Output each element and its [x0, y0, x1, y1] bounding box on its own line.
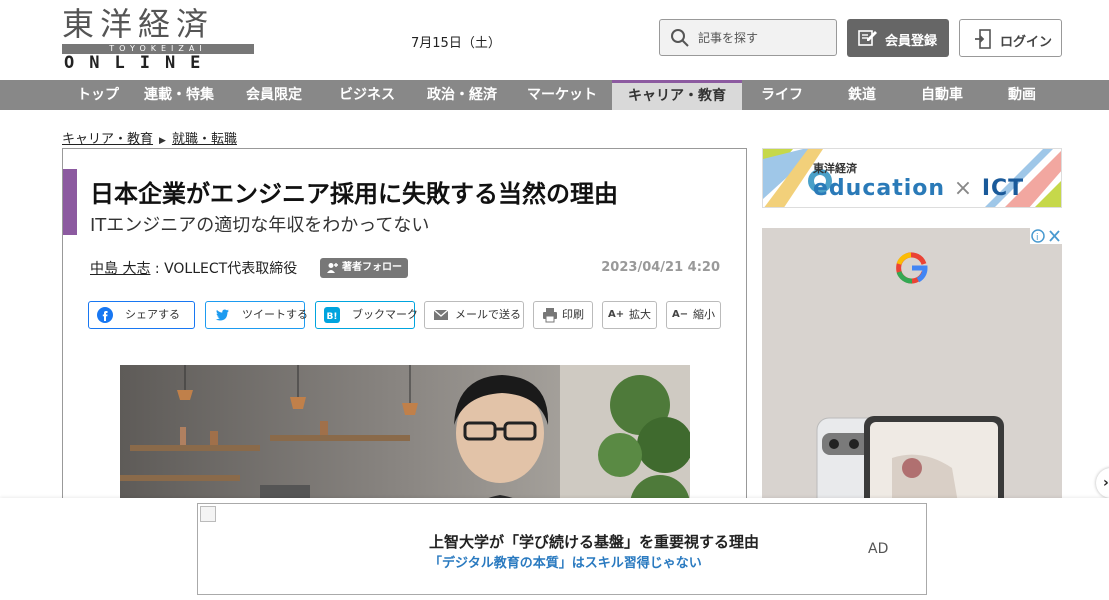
main-nav: トップ 連載・特集 会員限定 ビジネス 政治・経済 マーケット キャリア・教育 … — [0, 80, 1109, 110]
share-facebook-label: シェアする — [125, 308, 180, 321]
register-label: 会員登録 — [885, 34, 938, 49]
ad-phone-image — [816, 252, 1004, 508]
zoom-out-icon: A− — [672, 309, 689, 320]
publish-date: 2023/04/21 4:20 — [601, 260, 720, 275]
broken-image-icon — [200, 506, 216, 522]
share-mail-button[interactable]: メールで送る — [424, 301, 524, 329]
article-title: 日本企業がエンジニア採用に失敗する当然の理由 — [90, 180, 618, 208]
nav-item-railway[interactable]: 鉄道 — [830, 80, 894, 110]
banner-title: education × ICT — [813, 176, 1024, 201]
breadcrumb-jobs[interactable]: 就職・転職 — [172, 132, 237, 147]
register-button[interactable]: 会員登録 — [847, 19, 949, 57]
carousel-next-arrow-icon[interactable]: › — [1096, 468, 1109, 498]
nav-item-members[interactable]: 会員限定 — [234, 80, 314, 110]
share-hatena-button[interactable]: B! ブックマーク — [315, 301, 418, 329]
banner-text: 東洋経済 education × ICT — [813, 160, 1024, 201]
sidebar-ad[interactable]: i — [762, 228, 1062, 508]
print-label: 印刷 — [562, 308, 584, 321]
logo-online: ONLINE — [64, 53, 216, 73]
zoom-in-icon: A+ — [608, 309, 625, 320]
twitter-icon — [215, 309, 229, 321]
site-logo[interactable]: 東洋経済 TOYOKEIZAI ONLINE — [62, 5, 254, 73]
ad-subheadline[interactable]: 「デジタル教育の本質」はスキル習得じゃない — [429, 552, 702, 571]
nav-item-video[interactable]: 動画 — [990, 80, 1054, 110]
hatena-bookmark-icon: B! — [324, 307, 340, 323]
ad-headline[interactable]: 上智大学が「学び続ける基盤」を重要視する理由 — [429, 531, 759, 552]
author-name[interactable]: 中島 大志 — [90, 261, 150, 277]
share-twitter-label: ツイートする — [242, 308, 308, 321]
nav-item-career[interactable]: キャリア・教育 — [612, 80, 742, 110]
banner-brand: 東洋経済 — [813, 162, 857, 175]
share-hatena-label: ブックマーク — [352, 308, 418, 321]
ad-choices-badge[interactable]: i — [1030, 228, 1062, 244]
zoom-in-label: 拡大 — [629, 308, 651, 321]
nav-item-top[interactable]: トップ — [62, 80, 134, 110]
svg-text:B!: B! — [327, 312, 338, 322]
breadcrumb-arrow-icon: ▶ — [159, 136, 166, 146]
share-twitter-button[interactable]: ツイートする — [205, 301, 308, 329]
ad-info-icon: i — [1031, 229, 1060, 243]
banner-education: education — [813, 176, 946, 201]
facebook-icon — [97, 307, 113, 323]
nav-item-business[interactable]: ビジネス — [326, 80, 408, 110]
svg-text:i: i — [1036, 233, 1039, 243]
zoom-out-label: 縮小 — [693, 308, 715, 321]
banner-ict: ICT — [981, 176, 1025, 201]
search-box[interactable] — [659, 19, 837, 56]
zoom-out-button[interactable]: A− 縮小 — [666, 301, 721, 329]
ad-label: AD — [868, 541, 889, 557]
nav-item-politics[interactable]: 政治・経済 — [414, 80, 510, 110]
nav-item-series[interactable]: 連載・特集 — [134, 80, 224, 110]
logo-kanji: 東洋経済 — [62, 5, 215, 43]
login-icon — [975, 29, 991, 49]
register-icon — [858, 30, 877, 46]
zoom-in-button[interactable]: A+ 拡大 — [602, 301, 657, 329]
current-date: 7月15日（土） — [411, 36, 501, 51]
print-icon — [543, 308, 557, 323]
follow-label: 著者フォロー — [342, 262, 402, 273]
bottom-ad-bar: 上智大学が「学び続ける基盤」を重要視する理由 「デジタル教育の本質」はスキル習得… — [0, 498, 1109, 600]
article-subtitle: ITエンジニアの適切な年収をわかってない — [90, 215, 430, 236]
nav-item-life[interactable]: ライフ — [748, 80, 816, 110]
breadcrumb-career[interactable]: キャリア・教育 — [62, 132, 153, 147]
follow-author-button[interactable]: 著者フォロー — [320, 258, 408, 278]
user-plus-icon — [327, 263, 338, 273]
search-icon — [671, 29, 689, 47]
nav-item-market[interactable]: マーケット — [516, 80, 608, 110]
education-ict-banner[interactable]: 東洋経済 education × ICT — [762, 148, 1062, 208]
bottom-ad-card[interactable]: 上智大学が「学び続ける基盤」を重要視する理由 「デジタル教育の本質」はスキル習得… — [197, 503, 927, 595]
author-colon: : — [154, 261, 165, 277]
author-line: 中島 大志 : VOLLECT代表取締役 — [90, 258, 297, 278]
print-button[interactable]: 印刷 — [533, 301, 593, 329]
share-mail-label: メールで送る — [455, 308, 521, 321]
login-button[interactable]: ログイン — [959, 19, 1062, 57]
title-accent-bar — [63, 169, 77, 235]
site-header: 東洋経済 TOYOKEIZAI ONLINE 7月15日（土） 会員登録 ログイ… — [0, 0, 1109, 80]
banner-cross: × — [953, 176, 974, 201]
share-facebook-button[interactable]: シェアする — [88, 301, 195, 329]
mail-icon — [433, 309, 449, 320]
breadcrumb: キャリア・教育 ▶ 就職・転職 — [62, 128, 237, 147]
author-role: VOLLECT代表取締役 — [164, 261, 298, 277]
login-label: ログイン — [1000, 35, 1053, 50]
nav-item-auto[interactable]: 自動車 — [904, 80, 980, 110]
search-input[interactable] — [698, 28, 828, 48]
